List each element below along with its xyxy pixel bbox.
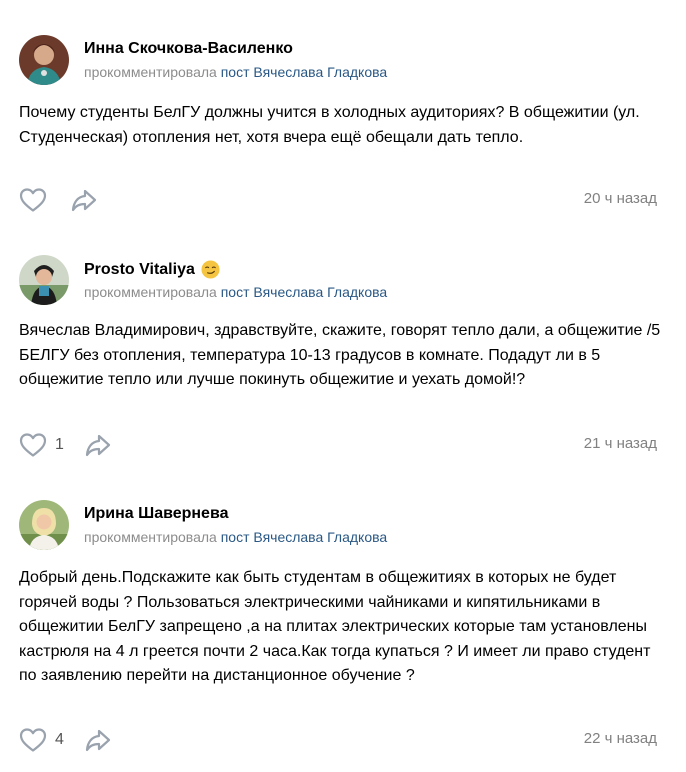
- post-link[interactable]: пост Вячеслава Гладкова: [221, 529, 387, 545]
- smirking-face-emoji: [201, 260, 220, 279]
- share-arrow-icon: [85, 729, 111, 752]
- comment-action-text: прокомментировала: [84, 64, 217, 80]
- like-button[interactable]: [19, 186, 55, 214]
- heart-outline-icon: [19, 188, 47, 212]
- comment-meta: прокомментировала пост Вячеслава Гладков…: [84, 529, 387, 545]
- comment-meta: прокомментировала пост Вячеслава Гладков…: [84, 64, 387, 80]
- post-link[interactable]: пост Вячеслава Гладкова: [221, 64, 387, 80]
- comment-text: Вячеслав Владимирович, здравствуйте, ска…: [19, 322, 661, 388]
- author-line: Инна Скочкова-Василенко: [84, 40, 293, 58]
- author-name[interactable]: Инна Скочкова-Василенко: [84, 40, 293, 58]
- heart-outline-icon: [19, 433, 47, 457]
- avatar[interactable]: [19, 35, 69, 85]
- author-line: Ирина Шавернева: [84, 505, 228, 523]
- comment-action-text: прокомментировала: [84, 529, 217, 545]
- author-line: Prosto Vitaliya: [84, 260, 220, 279]
- avatar[interactable]: [19, 255, 69, 305]
- comment-actions: 20 ч назад: [19, 186, 657, 214]
- heart-outline-icon: [19, 728, 47, 752]
- like-count: 1: [55, 436, 64, 453]
- comment-action-text: прокомментировала: [84, 284, 217, 300]
- comment-timestamp[interactable]: 22 ч назад: [584, 730, 657, 747]
- like-button[interactable]: 4: [19, 726, 64, 754]
- share-button[interactable]: [71, 186, 97, 214]
- author-name[interactable]: Prosto Vitaliya: [84, 261, 195, 279]
- comment-timestamp[interactable]: 21 ч назад: [584, 435, 657, 452]
- avatar[interactable]: [19, 500, 69, 550]
- comment-item: Инна Скочкова-Василенко прокомментировал…: [0, 0, 686, 230]
- comment-meta: прокомментировала пост Вячеслава Гладков…: [84, 284, 387, 300]
- comment-text: Почему студенты БелГУ должны учится в хо…: [19, 104, 640, 146]
- share-button[interactable]: [85, 726, 111, 754]
- post-link[interactable]: пост Вячеслава Гладкова: [221, 284, 387, 300]
- share-arrow-icon: [71, 189, 97, 212]
- like-button[interactable]: 1: [19, 431, 64, 459]
- comment-timestamp[interactable]: 20 ч назад: [584, 190, 657, 207]
- comment-actions: 1 21 ч назад: [19, 431, 657, 459]
- comment-item: Prosto Vitaliya прокомментировала пост В…: [0, 230, 686, 475]
- share-button[interactable]: [85, 431, 111, 459]
- comment-actions: 4 22 ч назад: [19, 726, 657, 754]
- like-count: 4: [55, 731, 64, 748]
- author-name[interactable]: Ирина Шавернева: [84, 505, 228, 523]
- comment-text: Добрый день.Подскажите как быть студента…: [19, 569, 651, 684]
- share-arrow-icon: [85, 434, 111, 457]
- comment-item: Ирина Шавернева прокомментировала пост В…: [0, 475, 686, 772]
